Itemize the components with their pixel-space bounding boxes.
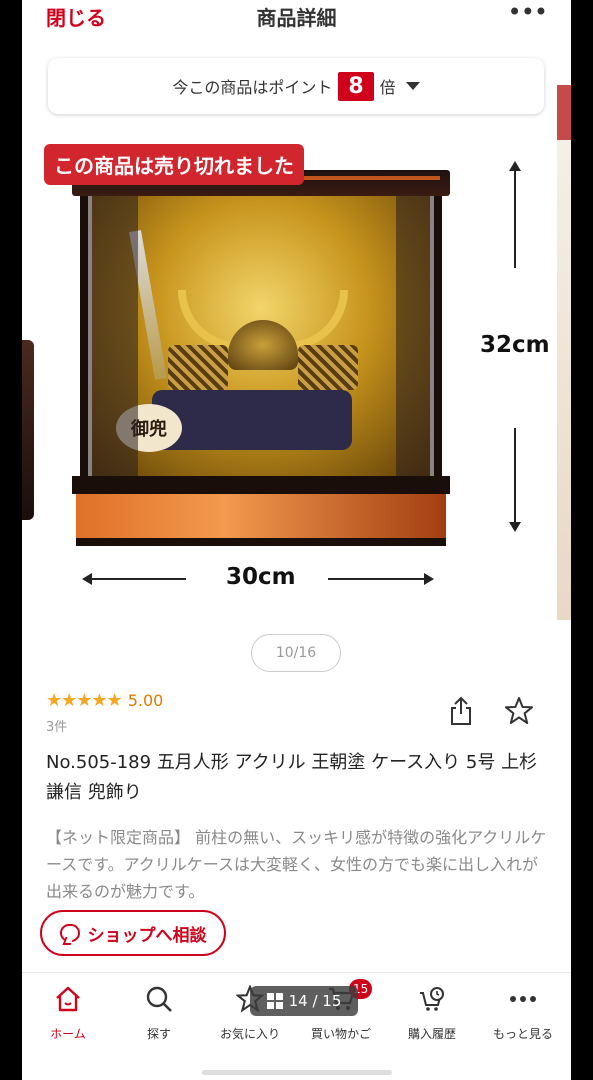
nav-search[interactable]: 探す xyxy=(113,983,205,1042)
nav-label: もっと見る xyxy=(492,1027,553,1041)
product-image: 御兜 xyxy=(72,170,450,555)
search-icon xyxy=(143,983,175,1015)
history-icon xyxy=(416,983,448,1015)
height-label: 32cm xyxy=(480,332,550,358)
prev-image-peek[interactable] xyxy=(22,340,34,520)
rating-row[interactable]: ★★★★★ 5.00 xyxy=(46,690,163,711)
caret-down-icon xyxy=(405,82,420,90)
rating-stars: ★★★★★ xyxy=(46,690,123,711)
home-indicator xyxy=(202,1070,392,1075)
points-multiplier: 8 xyxy=(338,71,374,101)
rating-value: 5.00 xyxy=(127,691,164,710)
arrow-right-icon xyxy=(424,573,434,585)
shop-consult-button[interactable]: ショップへ相談 xyxy=(40,910,226,956)
nav-label: お気に入り xyxy=(219,1027,280,1041)
share-button[interactable] xyxy=(450,696,472,726)
page-indicator-label: 14 / 15 xyxy=(288,992,342,1010)
nav-label: ホーム xyxy=(50,1027,86,1041)
share-icon xyxy=(451,696,471,725)
product-description: 【ネット限定商品】 前柱の無い、スッキリ感が特徴の強化アクリルケースです。アクリ… xyxy=(46,828,547,901)
grid-icon xyxy=(266,993,283,1009)
review-count[interactable]: 3件 xyxy=(46,716,67,735)
more-menu-button[interactable]: ••• xyxy=(508,0,548,26)
consult-label: ショップへ相談 xyxy=(87,925,207,946)
next-image-peek-top xyxy=(557,85,571,145)
favorite-button[interactable] xyxy=(504,696,534,726)
image-counter: 10/16 xyxy=(251,634,341,672)
width-label: 30cm xyxy=(226,564,296,590)
more-icon xyxy=(507,983,539,1015)
page-indicator[interactable]: 14 / 15 xyxy=(250,986,358,1016)
product-name: No.505-189 五月人形 アクリル 王朝塗 ケース入り 5号 上杉謙信 兜… xyxy=(46,752,538,803)
home-icon xyxy=(52,983,84,1015)
nav-home[interactable]: ホーム xyxy=(22,983,114,1042)
nav-history[interactable]: 購入履歴 xyxy=(386,983,478,1042)
nav-label: 買い物かご xyxy=(310,1027,371,1041)
header: 閉じる 商品詳細 ••• xyxy=(22,0,571,40)
soldout-badge: この商品は売り切れました xyxy=(44,144,304,185)
star-outline-icon xyxy=(505,697,533,724)
points-prefix: 今この商品はポイント xyxy=(172,78,333,97)
next-image-peek[interactable] xyxy=(557,140,571,620)
points-suffix: 倍 xyxy=(379,78,396,97)
product-image-carousel[interactable]: 今この商品はポイント 8 倍 御兜 この商品は売り切れました 32cm 30cm… xyxy=(22,40,571,680)
arrow-down-icon xyxy=(509,522,521,532)
kabuto-helmet xyxy=(168,290,358,400)
nav-more[interactable]: もっと見る xyxy=(477,983,569,1042)
chat-icon xyxy=(59,924,80,942)
case-plinth xyxy=(76,494,446,546)
page-title: 商品詳細 xyxy=(256,6,337,30)
app-frame: 閉じる 商品詳細 ••• 今この商品はポイント 8 倍 御兜 この商品は売り切れ… xyxy=(22,0,571,1080)
points-banner[interactable]: 今この商品はポイント 8 倍 xyxy=(48,58,544,114)
nav-label: 購入履歴 xyxy=(407,1027,456,1041)
nav-label: 探す xyxy=(146,1027,171,1041)
helmet-cushion xyxy=(152,390,352,450)
